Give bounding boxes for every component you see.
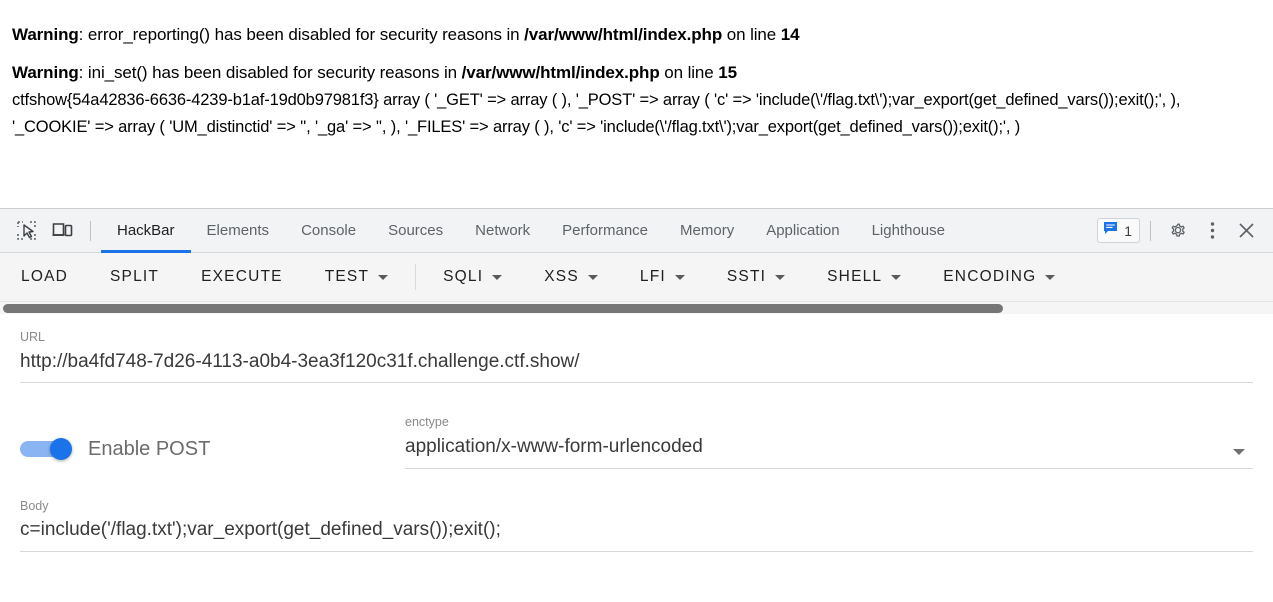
message-count-label: 1 [1124,222,1132,239]
hackbar-lfi-button[interactable]: LFI [619,253,706,301]
url-field-group: URL http://ba4fd748-7d26-4113-a0b4-3ea3f… [20,328,1253,384]
button-label: ENCODING [943,268,1037,285]
tab-hackbar[interactable]: HackBar [101,209,191,253]
php-warning-line-1: Warning: error_reporting() has been disa… [12,22,1261,48]
devtools-tab-list: HackBar Elements Console Sources Network… [101,209,961,253]
toolbar-divider [90,220,91,241]
actions-divider [1150,220,1151,241]
browser-page-output: Warning: error_reporting() has been disa… [0,0,1273,210]
enctype-label: enctype [405,415,449,430]
gear-icon[interactable] [1161,221,1195,241]
inspect-element-icon[interactable] [8,209,44,252]
chevron-down-icon [1045,274,1056,280]
hackbar-form: URL http://ba4fd748-7d26-4113-a0b4-3ea3f… [0,314,1273,602]
hackbar-encoding-button[interactable]: ENCODING [922,253,1076,301]
hackbar-xss-button[interactable]: XSS [523,253,619,301]
tab-label: Console [301,222,357,239]
warning-sep-2: : [78,63,88,83]
warning-text-1: error_reporting() has been disabled for … [87,25,525,44]
hackbar-load-button[interactable]: LOAD [0,253,89,301]
tab-label: Memory [680,222,735,239]
enctype-field-group: enctype application/x-www-form-urlencode… [405,413,1253,469]
enctype-underline [405,467,1253,469]
warning-sep-1: : [78,25,88,44]
button-label: SHELL [827,268,883,285]
body-underline [20,550,1253,552]
button-label: XSS [544,268,579,285]
chevron-down-icon [378,274,389,280]
warning-text-2: ini_set() has been disabled for security… [87,63,462,83]
tab-sources[interactable]: Sources [372,209,459,252]
hackbar-toolbar: LOAD SPLIT EXECUTE TEST SQLI XSS LFI SST… [0,253,1273,301]
tab-application[interactable]: Application [750,209,855,252]
button-label: TEST [324,268,370,285]
device-toolbar-icon[interactable] [44,209,80,252]
tab-label: Performance [562,222,649,239]
post-row: Enable POST enctype application/x-www-fo… [20,413,1253,469]
var-export-dump: ctfshow{54a42836-6636-4239-b1af-19d0b979… [12,90,1181,136]
toggle-switch[interactable] [20,438,72,461]
chevron-down-icon [587,274,598,280]
body-input[interactable]: c=include('/flag.txt');var_export(get_de… [20,516,1253,551]
url-label: URL [20,330,46,344]
button-label: SPLIT [110,268,160,285]
devtools-tabbar-actions: 1 [1097,209,1273,252]
tab-label: Elements [206,222,270,239]
chevron-down-icon [492,274,503,280]
hackbar-toolbar-scrollbar[interactable] [0,301,1273,314]
tab-elements[interactable]: Elements [191,209,286,252]
chevron-down-icon [674,274,685,280]
button-label: EXECUTE [201,268,283,285]
warning-file-1: /var/www/html/index.php [524,25,723,44]
tab-label: Lighthouse [871,222,945,239]
warning-label-1: Warning [12,25,79,44]
chevron-down-icon [891,274,902,280]
enable-post-toggle[interactable]: Enable POST [20,438,405,469]
button-label: SQLI [443,268,484,285]
body-field-group: Body c=include('/flag.txt');var_export(g… [20,497,1253,552]
url-input[interactable]: http://ba4fd748-7d26-4113-a0b4-3ea3f120c… [20,348,1253,383]
tab-label: Network [475,222,531,239]
enctype-select[interactable]: application/x-www-form-urlencoded [405,433,1253,468]
toolbar-divider [415,264,417,290]
warning-label-2: Warning [12,63,79,83]
enable-post-label: Enable POST [88,437,211,460]
hackbar-execute-button[interactable]: EXECUTE [180,253,304,301]
tab-memory[interactable]: Memory [664,209,750,252]
tab-label: HackBar [117,222,175,239]
devtools-tabbar: HackBar Elements Console Sources Network… [0,209,1273,253]
close-icon[interactable] [1229,221,1263,240]
tab-console[interactable]: Console [285,209,372,252]
body-label: Body [20,498,49,513]
warning-mid-2: on line [659,63,719,83]
scrollbar-thumb[interactable] [3,304,1003,313]
warning-file-2: /var/www/html/index.php [461,63,660,83]
php-warning-line-2: Warning: ini_set() has been disabled for… [12,60,1261,86]
chevron-down-icon [775,274,786,280]
hackbar-split-button[interactable]: SPLIT [89,253,180,301]
button-label: SSTI [726,268,767,285]
url-underline [20,382,1253,384]
button-label: LFI [639,268,666,285]
kebab-menu-icon[interactable] [1195,221,1229,240]
tab-label: Sources [388,222,444,239]
toggle-knob [50,438,72,461]
tab-performance[interactable]: Performance [546,209,664,252]
devtools-panel: HackBar Elements Console Sources Network… [0,208,1273,602]
tab-lighthouse[interactable]: Lighthouse [856,209,961,252]
hackbar-sqli-button[interactable]: SQLI [422,253,523,301]
tab-network[interactable]: Network [459,209,546,252]
chevron-down-icon[interactable] [1233,448,1245,455]
message-count-badge[interactable]: 1 [1097,218,1140,243]
button-label: LOAD [21,268,69,285]
message-icon [1103,221,1118,240]
warning-mid-1: on line [722,25,781,44]
tab-label: Application [766,222,840,239]
warning-line-number-1: 14 [780,25,800,44]
hackbar-ssti-button[interactable]: SSTI [706,253,806,301]
warning-line-number-2: 15 [718,63,737,83]
hackbar-shell-button[interactable]: SHELL [806,253,922,301]
hackbar-test-button[interactable]: TEST [304,253,409,301]
